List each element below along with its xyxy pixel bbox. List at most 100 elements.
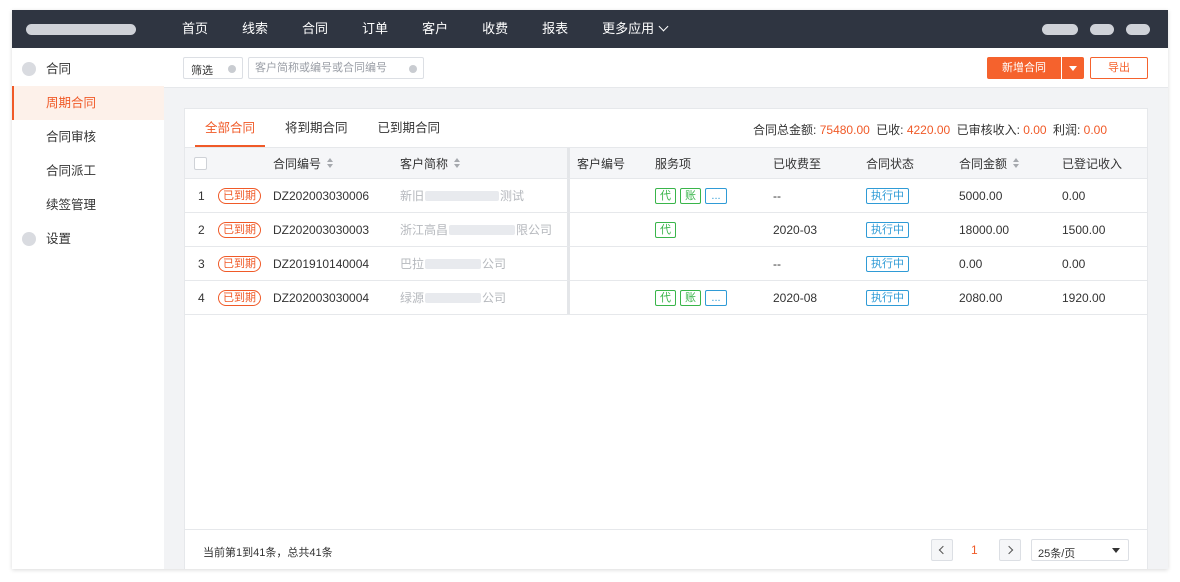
select-all-checkbox[interactable] [194, 156, 207, 170]
sidebar-group-contracts[interactable]: 合同 [12, 52, 164, 86]
status-badge: 执行中 [866, 221, 909, 238]
row-tag-cell: 已到期 [218, 213, 261, 246]
nav-item-orders[interactable]: 订单 [350, 10, 400, 48]
nav-item-contracts[interactable]: 合同 [290, 10, 340, 48]
header-label: 合同编号 [273, 156, 322, 171]
frozen-column-divider [567, 179, 570, 212]
paid-until: 2020-03 [773, 222, 818, 237]
table-row[interactable]: 3 已到期 DZ201910140004 巴拉 公司 -- 执行中 0.00 0.… [185, 247, 1147, 281]
header-status: 合同状态 [866, 156, 915, 171]
main-nav: 首页 线索 合同 订单 客户 收费 报表 更多应用 [170, 10, 689, 48]
nav-item-reports[interactable]: 报表 [530, 10, 580, 48]
audited-income-value: 0.00 [1023, 123, 1047, 137]
nav-item-home[interactable]: 首页 [170, 10, 220, 48]
contract-no-link[interactable]: DZ201910140004 [273, 247, 369, 280]
export-button[interactable]: 导出 [1090, 57, 1148, 79]
audited-income-label: 已审核收入: [956, 123, 1020, 137]
expired-tag: 已到期 [218, 255, 261, 272]
customer-name[interactable]: 浙江高昌 限公司 [400, 213, 552, 246]
service-tag-bookkeeping: 代 [655, 187, 676, 204]
header-paid-until: 已收费至 [773, 156, 822, 171]
customer-name[interactable]: 新旧 测试 [400, 179, 524, 212]
contract-amount: 18000.00 [959, 222, 1010, 237]
header-customer-no: 客户编号 [577, 156, 626, 171]
status-cell: 执行中 [866, 213, 909, 246]
status-badge: 执行中 [866, 289, 909, 306]
customer-name-part: 绿源 [400, 291, 425, 305]
sidebar-item-label: 续签管理 [46, 198, 97, 212]
contracts-panel: 全部合同 将到期合同 已到期合同 合同总金额: 75480.00 已收: 422… [184, 108, 1148, 569]
service-tag-bookkeeping: 代 [655, 221, 676, 238]
tab-expired-contracts[interactable]: 已到期合同 [368, 109, 451, 147]
chevron-down-icon [658, 21, 669, 32]
service-tag-more[interactable]: ... [705, 187, 727, 204]
sidebar-item-periodic-contracts[interactable]: 周期合同 [12, 86, 164, 120]
table-row[interactable]: 1 已到期 DZ202003030006 新旧 测试 代账... -- 执行中 5… [185, 179, 1147, 213]
customer-name-part: 公司 [482, 257, 507, 271]
caret-down-icon [1112, 548, 1120, 553]
sidebar-group-settings[interactable]: 设置 [12, 222, 164, 256]
registered-income: 1920.00 [1062, 290, 1106, 305]
sidebar-item-label: 合同派工 [46, 164, 97, 178]
status-cell: 执行中 [866, 247, 909, 280]
row-tag-cell: 已到期 [218, 281, 261, 314]
redacted-block [449, 224, 516, 235]
table-row[interactable]: 4 已到期 DZ202003030004 绿源 公司 代账... 2020-08 … [185, 281, 1147, 315]
user-placeholder[interactable] [1042, 24, 1078, 35]
header-contract-no[interactable]: 合同编号 [273, 148, 334, 178]
next-page-button[interactable] [999, 539, 1021, 561]
total-amount-value: 75480.00 [819, 123, 870, 137]
status-cell: 执行中 [866, 281, 909, 314]
settings-placeholder[interactable] [1126, 24, 1150, 35]
page-size-select[interactable]: 25条/页 [1031, 539, 1129, 561]
contract-no-link[interactable]: DZ202003030004 [273, 281, 369, 314]
redacted-block [425, 292, 482, 303]
header-services: 服务项 [655, 156, 692, 171]
received-label: 已收: [876, 123, 904, 137]
search-icon[interactable] [409, 65, 417, 73]
sidebar-item-label: 周期合同 [46, 96, 97, 110]
contract-no-link[interactable]: DZ202003030003 [273, 213, 369, 246]
services-cell: 代账... [655, 179, 731, 212]
sidebar-item-label: 设置 [46, 232, 72, 246]
header-label: 合同金额 [959, 156, 1008, 171]
contracts-group-icon [22, 62, 36, 76]
contract-no-link[interactable]: DZ202003030006 [273, 179, 369, 212]
nav-item-more-apps[interactable]: 更多应用 [590, 10, 679, 48]
new-contract-dropdown-button[interactable] [1062, 57, 1084, 79]
new-contract-button[interactable]: 新增合同 [987, 57, 1061, 79]
current-page-number[interactable]: 1 [971, 543, 978, 557]
header-customer-name[interactable]: 客户简称 [400, 148, 461, 178]
customer-name[interactable]: 绿源 公司 [400, 281, 506, 314]
sidebar-item-contract-dispatch[interactable]: 合同派工 [12, 154, 164, 188]
service-tag-more[interactable]: ... [705, 289, 727, 306]
nav-item-customers[interactable]: 客户 [410, 10, 460, 48]
customer-name[interactable]: 巴拉 公司 [400, 247, 506, 280]
contract-amount: 5000.00 [959, 188, 1003, 203]
top-right-actions [1042, 24, 1150, 35]
status-cell: 执行中 [866, 179, 909, 212]
paid-until: 2020-08 [773, 290, 818, 305]
nav-item-leads[interactable]: 线索 [230, 10, 280, 48]
message-placeholder[interactable] [1090, 24, 1114, 35]
table-row[interactable]: 2 已到期 DZ202003030003 浙江高昌 限公司 代 2020-03 执… [185, 213, 1147, 247]
sidebar-item-renewal[interactable]: 续签管理 [12, 188, 164, 222]
service-tag-accounts: 账 [680, 187, 701, 204]
filter-select[interactable]: 筛选 [183, 57, 243, 79]
filter-label: 筛选 [191, 65, 213, 77]
contract-tabs: 全部合同 将到期合同 已到期合同 [195, 109, 460, 147]
tab-all-contracts[interactable]: 全部合同 [195, 109, 266, 147]
profit-label: 利润: [1052, 123, 1081, 137]
customer-name-part: 新旧 [400, 189, 425, 203]
select-all-cell [194, 148, 207, 178]
tab-expiring-contracts[interactable]: 将到期合同 [275, 109, 358, 147]
row-index: 1 [198, 188, 205, 203]
table-header-row: 合同编号 客户简称 客户编号 服务项 已收费至 合同状态 合同金额 已登记收入 [185, 147, 1147, 179]
prev-page-button[interactable] [931, 539, 953, 561]
header-income: 已登记收入 [1062, 156, 1123, 171]
search-input[interactable] [249, 58, 399, 78]
sidebar-item-contract-review[interactable]: 合同审核 [12, 120, 164, 154]
header-amount[interactable]: 合同金额 [959, 148, 1020, 178]
pagination-bar: 当前第1到41条，总共41条 1 25条/页 [185, 529, 1147, 569]
nav-item-charges[interactable]: 收费 [470, 10, 520, 48]
